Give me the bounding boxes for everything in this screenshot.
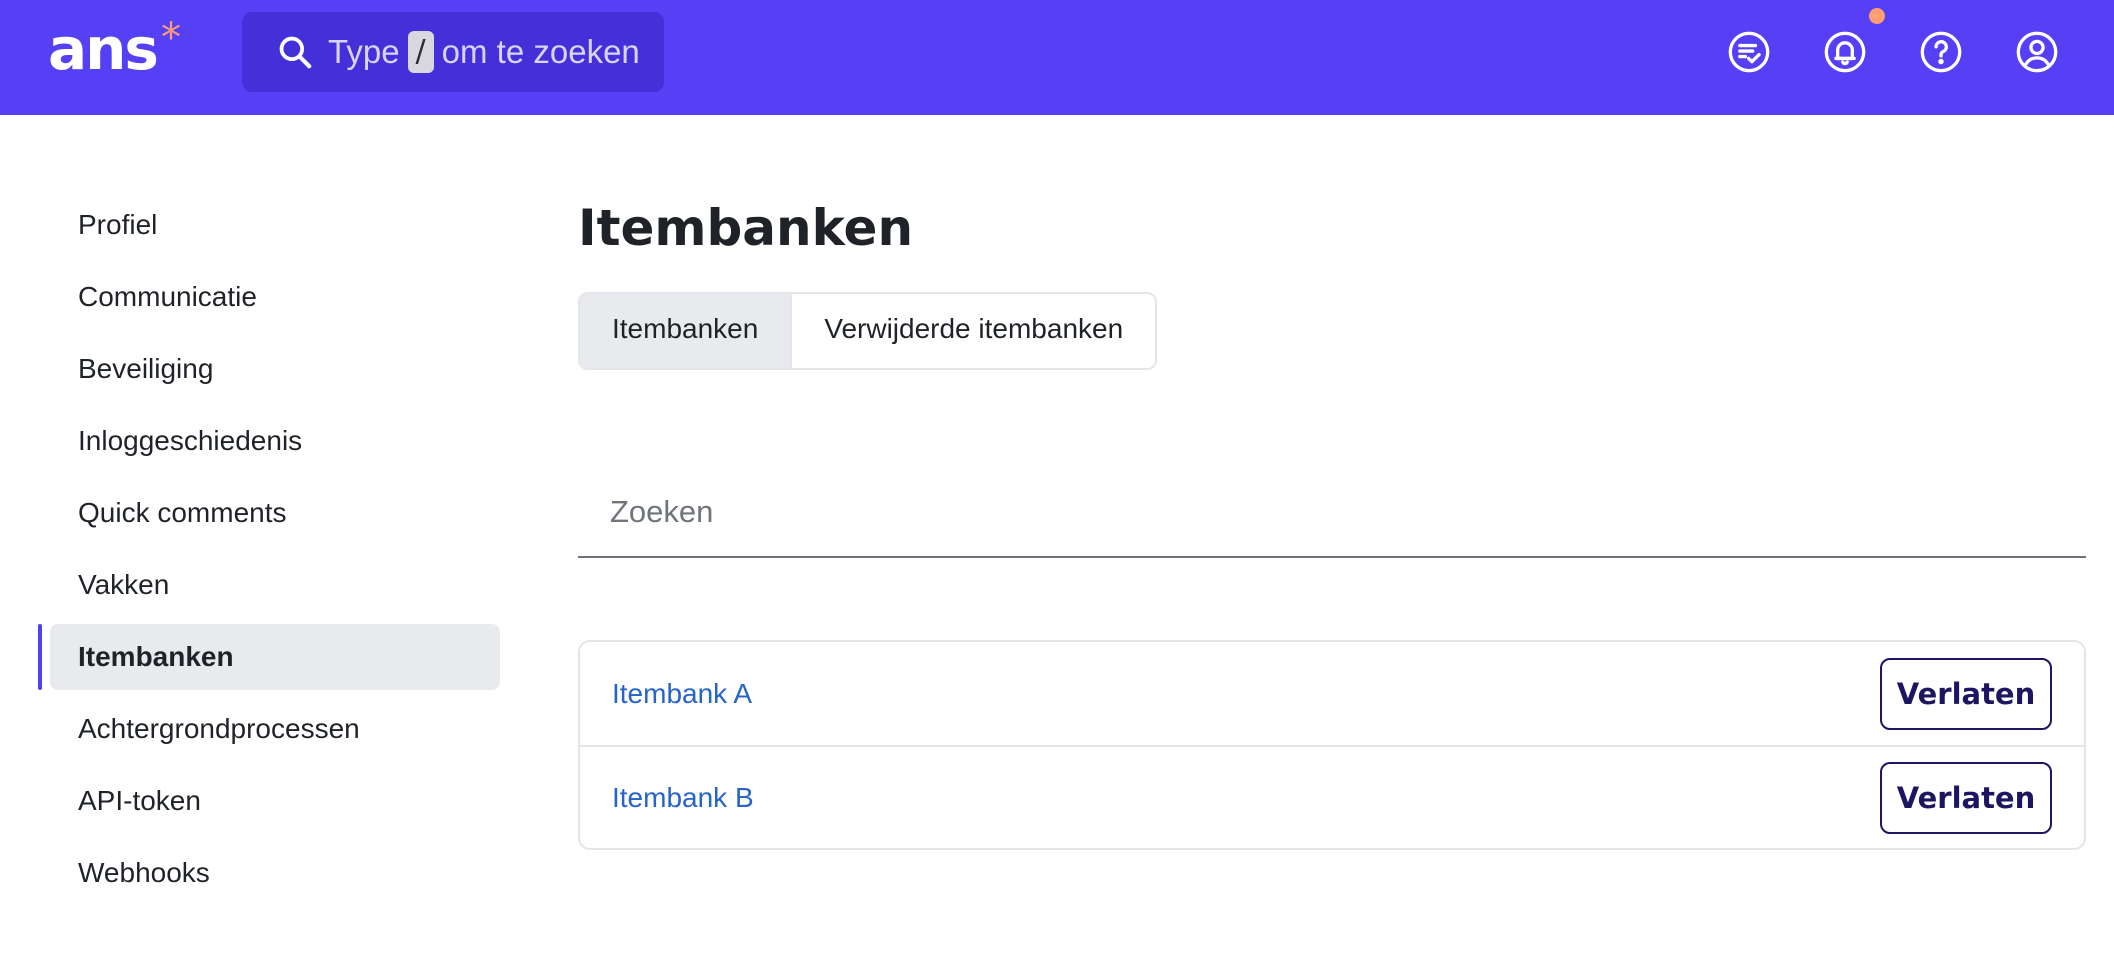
logo-asterisk-icon: * bbox=[160, 15, 181, 61]
search-icon bbox=[279, 36, 312, 69]
settings-sidebar: Profiel Communicatie Beveiliging Inlogge… bbox=[38, 192, 500, 912]
sidebar-item-itembanken[interactable]: Itembanken bbox=[38, 624, 500, 690]
sidebar-item-webhooks[interactable]: Webhooks bbox=[50, 840, 500, 906]
logo-text: ans bbox=[48, 15, 159, 83]
search-hint-prefix: Type bbox=[328, 33, 400, 70]
table-row: Itembank B Verlaten bbox=[580, 745, 2084, 848]
task-list-icon[interactable] bbox=[1727, 30, 1771, 74]
notification-badge bbox=[1869, 8, 1885, 24]
user-account-icon[interactable] bbox=[2015, 30, 2059, 74]
tab-verwijderde-itembanken[interactable]: Verwijderde itembanken bbox=[792, 294, 1156, 368]
global-search[interactable]: Type / om te zoeken bbox=[242, 12, 664, 92]
sidebar-item-profiel[interactable]: Profiel bbox=[50, 192, 500, 258]
itembank-search-input[interactable] bbox=[578, 468, 2086, 558]
tab-itembanken[interactable]: Itembanken bbox=[580, 294, 793, 368]
global-search-hint: Type / om te zoeken bbox=[328, 31, 640, 73]
itembank-link[interactable]: Itembank B bbox=[612, 782, 754, 814]
sidebar-item-vakken[interactable]: Vakken bbox=[50, 552, 500, 618]
table-row: Itembank A Verlaten bbox=[580, 642, 2084, 745]
leave-itembank-button[interactable]: Verlaten bbox=[1880, 761, 2052, 834]
page-title: Itembanken bbox=[578, 199, 914, 257]
leave-itembank-button[interactable]: Verlaten bbox=[1880, 657, 2052, 730]
sidebar-item-beveiliging[interactable]: Beveiliging bbox=[50, 336, 500, 402]
itembank-link[interactable]: Itembank A bbox=[612, 678, 752, 710]
sidebar-item-inloggeschiedenis[interactable]: Inloggeschiedenis bbox=[50, 408, 500, 474]
top-navigation-bar: ans * Type / om te zoeken bbox=[0, 0, 2114, 115]
sidebar-item-api-token[interactable]: API-token bbox=[50, 768, 500, 834]
search-shortcut-key: / bbox=[407, 31, 434, 73]
tab-bar: Itembanken Verwijderde itembanken bbox=[578, 292, 1158, 370]
search-hint-suffix: om te zoeken bbox=[441, 33, 640, 70]
notifications-bell-icon[interactable] bbox=[1823, 8, 1885, 74]
ans-logo[interactable]: ans * bbox=[48, 14, 181, 84]
sidebar-item-quick-comments[interactable]: Quick comments bbox=[50, 480, 500, 546]
sidebar-item-achtergrondprocessen[interactable]: Achtergrondprocessen bbox=[50, 696, 500, 762]
sidebar-item-communicatie[interactable]: Communicatie bbox=[50, 264, 500, 330]
help-question-icon[interactable] bbox=[1919, 30, 1963, 74]
itembank-list: Itembank A Verlaten Itembank B Verlaten bbox=[578, 640, 2086, 850]
